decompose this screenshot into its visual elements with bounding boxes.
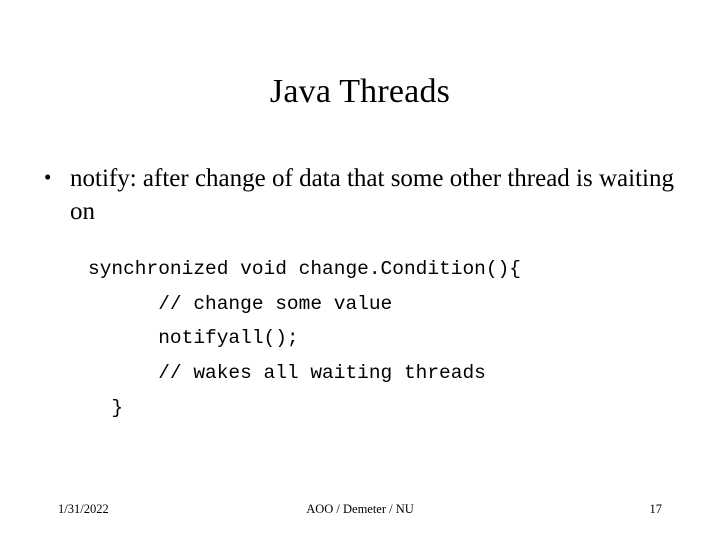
bullet-icon: • xyxy=(44,165,52,189)
footer-center-text: AOO / Demeter / NU xyxy=(306,502,414,516)
code-block: synchronized void change.Condition(){ //… xyxy=(88,258,521,419)
slide: Java Threads • notify: after change of d… xyxy=(0,0,720,540)
bullet-text: notify: after change of data that some o… xyxy=(70,165,674,225)
slide-footer: 1/31/2022 AOO / Demeter / NU 17 xyxy=(0,502,720,518)
list-item: • notify: after change of data that some… xyxy=(44,162,684,228)
page-title: Java Threads xyxy=(269,73,451,110)
footer-page-number: 17 xyxy=(649,502,663,516)
bullet-list: • notify: after change of data that some… xyxy=(44,162,684,228)
